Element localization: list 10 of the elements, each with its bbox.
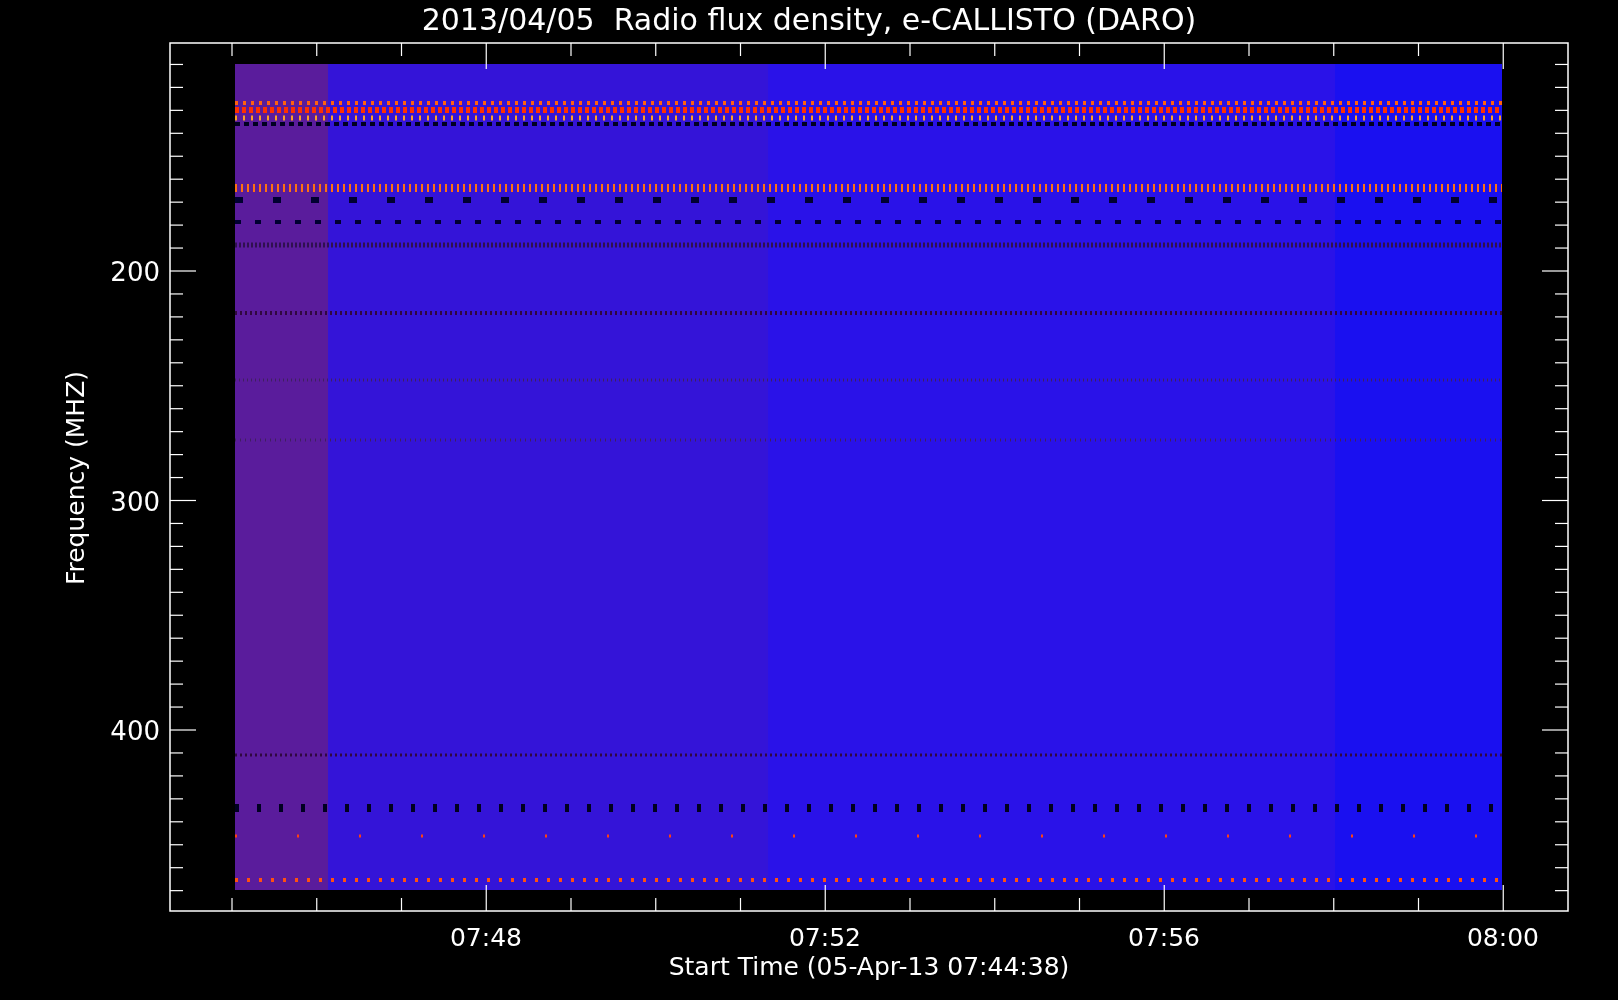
x-tick-label: 07:52 <box>789 923 861 952</box>
y-tick-label: 200 <box>110 257 160 287</box>
x-tick-label: 07:48 <box>450 923 522 952</box>
y-tick-label: 300 <box>110 486 160 517</box>
y-axis-label: Frequency (MHZ) <box>61 370 90 586</box>
chart-title: 2013/04/05 Radio flux density, e-CALLISTO (DARO) <box>421 1 1197 39</box>
x-tick-label: 07:56 <box>1128 923 1200 952</box>
x-tick-label: 08:00 <box>1467 923 1539 952</box>
x-axis-label: Start Time (05-Apr-13 07:44:38) <box>668 952 1070 981</box>
y-tick-label: 400 <box>110 716 160 746</box>
